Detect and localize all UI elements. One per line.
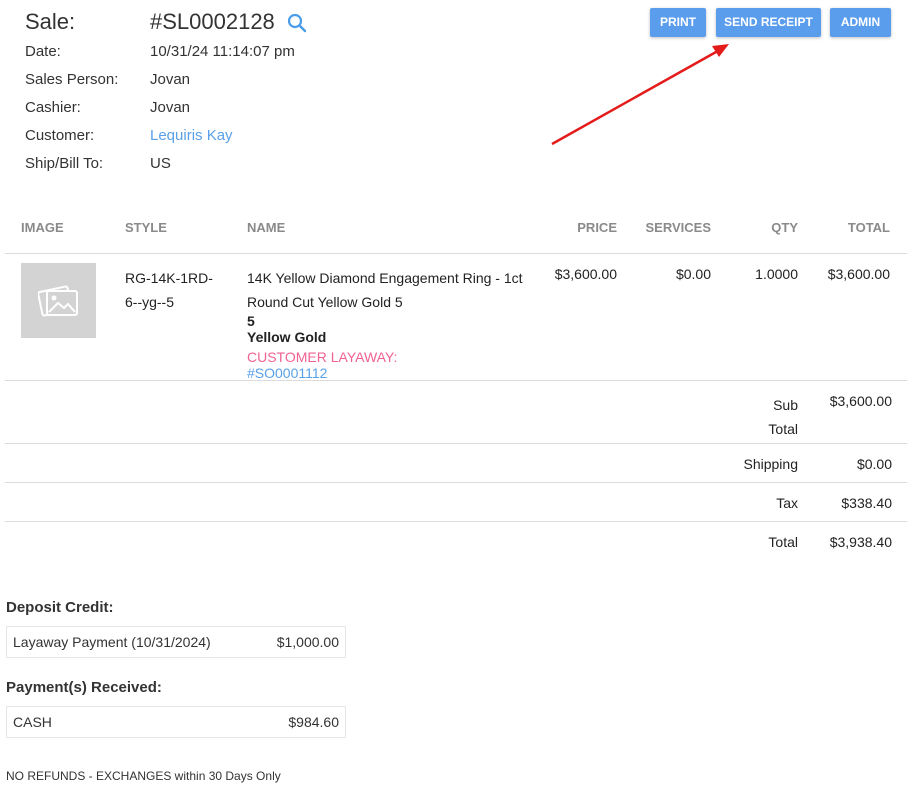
shipping-value: $0.00	[856, 456, 892, 472]
deposit-value: $1,000.00	[276, 634, 339, 650]
style-line: 6--yg--5	[125, 294, 175, 310]
divider	[5, 482, 907, 483]
layaway-label: CUSTOMER LAYAWAY:	[247, 349, 398, 365]
item-size: 5	[247, 313, 255, 329]
divider	[5, 253, 907, 254]
ship-bill-label: Ship/Bill To:	[25, 155, 104, 172]
refund-policy-note: NO REFUNDS - EXCHANGES within 30 Days On…	[6, 769, 281, 783]
sale-number: #SL0002128	[150, 9, 275, 34]
item-name: Round Cut Yellow Gold 5	[247, 294, 403, 310]
item-name: 14K Yellow Diamond Engagement Ring - 1ct	[247, 270, 523, 286]
layaway-link[interactable]: #SO0001112	[247, 366, 537, 381]
product-thumbnail[interactable]	[21, 263, 96, 338]
deposit-credit-row: Layaway Payment (10/31/2024) $1,000.00	[6, 626, 346, 658]
subtotal-label: Sub Total	[740, 393, 798, 441]
deposit-credit-title: Deposit Credit:	[6, 599, 114, 616]
subtotal-label-line: Sub	[773, 397, 798, 413]
deposit-label: Layaway Payment (10/31/2024)	[13, 634, 211, 650]
price-cell: $3,600.00	[554, 266, 617, 282]
shipping-label: Shipping	[743, 456, 799, 472]
grand-total-label: Total	[768, 534, 798, 550]
print-button[interactable]: PRINT	[650, 8, 706, 37]
image-placeholder-icon	[38, 285, 78, 317]
sale-label: Sale:	[25, 9, 76, 34]
sales-person-label: Sales Person:	[25, 71, 119, 88]
subtotal-value: $3,600.00	[829, 393, 892, 409]
col-price-header: PRICE	[577, 220, 617, 235]
payment-row: CASH $984.60	[6, 706, 346, 738]
style-cell: RG-14K-1RD- 6--yg--5	[125, 266, 213, 314]
col-qty-header: QTY	[771, 220, 798, 235]
customer-link[interactable]: Lequiris Kay	[150, 127, 233, 144]
col-style-header: STYLE	[125, 220, 167, 235]
style-line: RG-14K-1RD-	[125, 270, 213, 286]
divider	[5, 521, 907, 522]
send-receipt-button[interactable]: SEND RECEIPT	[716, 8, 821, 37]
date-value: 10/31/24 11:14:07 pm	[150, 43, 295, 60]
payment-amount: $984.60	[288, 714, 339, 730]
item-metal: Yellow Gold	[247, 329, 327, 345]
total-cell: $3,600.00	[827, 266, 890, 282]
col-services-header: SERVICES	[645, 220, 711, 235]
col-name-header: NAME	[247, 220, 286, 235]
name-cell: 14K Yellow Diamond Engagement Ring - 1ct…	[247, 266, 537, 381]
divider	[5, 443, 907, 444]
divider	[5, 380, 907, 381]
payment-method: CASH	[13, 714, 52, 730]
tax-value: $338.40	[841, 495, 892, 511]
payments-received-title: Payment(s) Received:	[6, 679, 162, 696]
col-image-header: IMAGE	[21, 220, 64, 235]
sales-person-value: Jovan	[150, 71, 191, 88]
date-label: Date:	[25, 43, 61, 60]
qty-cell: 1.0000	[755, 266, 798, 282]
ship-bill-value: US	[150, 155, 171, 172]
cashier-label: Cashier:	[25, 99, 81, 116]
grand-total-value: $3,938.40	[829, 534, 892, 550]
tax-label: Tax	[776, 495, 798, 511]
services-cell: $0.00	[675, 266, 711, 282]
subtotal-label-line: Total	[768, 421, 798, 437]
admin-button[interactable]: ADMIN	[830, 8, 891, 37]
cashier-value: Jovan	[150, 99, 191, 116]
customer-label: Customer:	[25, 127, 95, 144]
search-icon[interactable]	[287, 13, 307, 33]
col-total-header: TOTAL	[847, 220, 890, 235]
